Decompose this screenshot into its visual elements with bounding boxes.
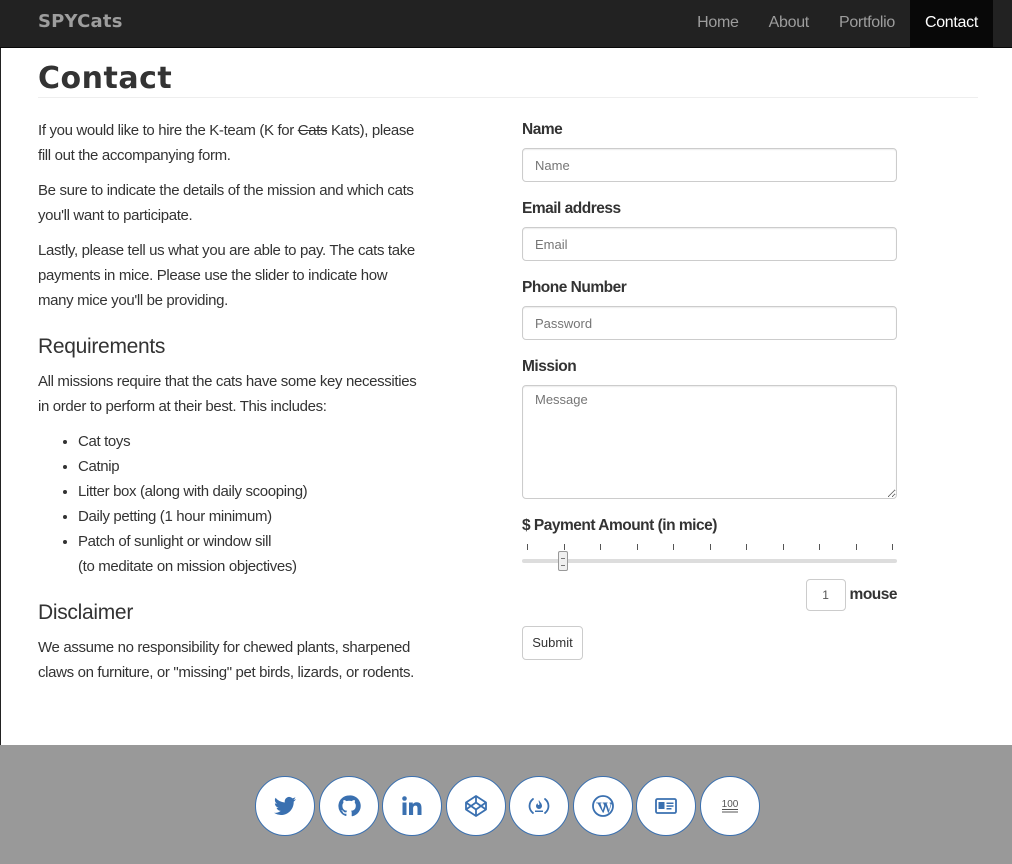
- list-item: Daily petting (1 hour minimum): [78, 504, 418, 529]
- payment-amount-row: 1 mouse: [522, 579, 898, 611]
- slider-handle[interactable]: [558, 551, 569, 571]
- disclaimer-heading: Disclaimer: [38, 601, 134, 624]
- wordpress-icon: [591, 795, 614, 817]
- footer: 100: [0, 745, 1012, 864]
- payment-label: $ Payment Amount (in mice): [522, 517, 717, 534]
- intro-paragraph: If you would like to hire the K-team (K …: [38, 118, 418, 168]
- nav-about[interactable]: About: [754, 0, 824, 48]
- slider-track[interactable]: [522, 559, 897, 563]
- linkedin-link[interactable]: [382, 776, 442, 836]
- slider-tick: [855, 544, 857, 550]
- slider-tick: [709, 544, 711, 550]
- contact-info: If you would like to hire the K-team (K …: [38, 118, 418, 695]
- list-item-line: Patch of sunlight or window sill: [78, 533, 272, 550]
- social-links: 100: [255, 776, 763, 836]
- codepen-link[interactable]: [445, 776, 506, 836]
- payment-unit-label: mouse: [849, 586, 898, 603]
- page-border: [0, 0, 1, 745]
- requirements-list: Cat toys Catnip Litter box (along with d…: [78, 429, 418, 579]
- title-divider: [38, 97, 978, 98]
- github-link[interactable]: [318, 776, 379, 836]
- slider-tick: [782, 544, 784, 550]
- email-label: Email address: [522, 200, 621, 217]
- intro-text-a: If you would like to hire the K-team (K …: [38, 122, 298, 139]
- payment-slider[interactable]: [522, 544, 897, 574]
- navbar: SPYCats Home About Portfolio Contact: [0, 0, 1012, 48]
- slider-tick: [892, 544, 893, 550]
- wordpress-link[interactable]: [572, 776, 633, 836]
- list-item: Cat toys: [78, 429, 418, 454]
- nav-home[interactable]: Home: [682, 0, 753, 48]
- requirements-heading: Requirements: [38, 335, 166, 358]
- phone-label: Phone Number: [522, 279, 627, 296]
- page-title: Contact: [38, 61, 173, 96]
- freecodecamp-icon: [528, 798, 550, 814]
- name-input[interactable]: [522, 148, 897, 182]
- contact-form: Name Email address Phone Number Mission …: [522, 118, 898, 660]
- brand-logo[interactable]: SPYCats: [38, 11, 123, 32]
- slider-tick: [563, 544, 565, 550]
- list-item: Patch of sunlight or window sill (to medi…: [78, 529, 418, 579]
- github-icon: [337, 795, 361, 817]
- contact-card-link[interactable]: [636, 776, 696, 836]
- details-paragraph: Be sure to indicate the details of the m…: [38, 182, 414, 224]
- twitter-link[interactable]: [255, 776, 315, 836]
- requirements-intro: All missions require that the cats have …: [38, 373, 417, 415]
- contact-card-icon: [655, 798, 677, 814]
- payment-paragraph: Lastly, please tell us what you are able…: [38, 242, 415, 309]
- slider-tick: [673, 544, 674, 550]
- phone-input[interactable]: [522, 306, 897, 340]
- intro-strike-text: Cats: [297, 122, 328, 139]
- freecodecamp-link[interactable]: [509, 776, 569, 836]
- slider-ticks: [522, 544, 897, 550]
- nav-portfolio[interactable]: Portfolio: [824, 0, 910, 48]
- list-item-line: (to meditate on mission objectives): [78, 558, 297, 575]
- slider-tick: [527, 544, 528, 550]
- slider-tick: [746, 544, 747, 550]
- submit-button[interactable]: Submit: [522, 626, 583, 660]
- disclaimer-text: We assume no responsibility for chewed p…: [38, 639, 414, 681]
- codepen-icon: [464, 795, 487, 817]
- 100-link[interactable]: 100: [699, 776, 760, 836]
- list-item: Catnip: [78, 454, 418, 479]
- 100-text: 100: [721, 799, 738, 810]
- slider-tick: [600, 544, 601, 550]
- nav-contact[interactable]: Contact: [909, 0, 993, 48]
- slider-tick: [636, 544, 638, 550]
- nav-menu: Home About Portfolio Contact: [682, 0, 993, 48]
- list-item: Litter box (along with daily scooping): [78, 479, 418, 504]
- linkedin-icon: [402, 796, 422, 815]
- twitter-icon: [274, 796, 296, 815]
- mission-label: Mission: [522, 358, 577, 375]
- name-label: Name: [522, 121, 563, 138]
- 100-icon: 100: [721, 799, 738, 813]
- payment-amount-input[interactable]: 1: [805, 579, 846, 611]
- slider-tick: [819, 544, 820, 550]
- email-input[interactable]: [522, 227, 897, 261]
- mission-textarea[interactable]: [522, 385, 897, 499]
